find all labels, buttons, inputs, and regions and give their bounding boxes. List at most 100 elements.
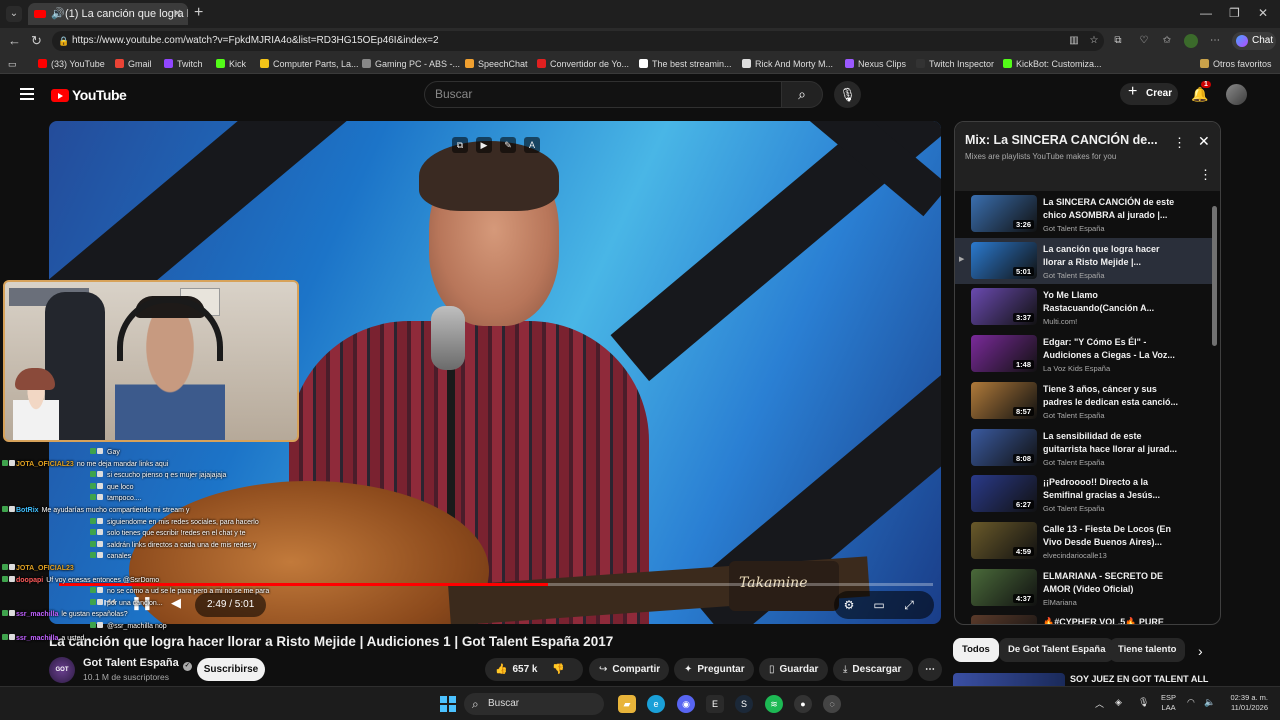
close-window-button[interactable]: ✕	[1258, 6, 1268, 20]
show-hidden-icons[interactable]: ︿	[1095, 697, 1104, 710]
obs-icon[interactable]: ●	[794, 695, 812, 713]
volume-tray-icon[interactable]: 🔈	[1204, 697, 1215, 708]
discord-icon[interactable]: ◉	[677, 695, 695, 713]
playlist-item[interactable]: 3:26 La SINCERA CANCIÓN de este chico ASO…	[955, 191, 1213, 237]
bookmark-youtube[interactable]: (33) YouTube	[38, 57, 105, 71]
copilot-chat-button[interactable]: Chat	[1232, 32, 1276, 50]
bookmark-speechchat[interactable]: SpeechChat	[465, 57, 528, 71]
edge-browser-icon[interactable]: e	[647, 695, 665, 713]
reload-icon[interactable]: ↻	[31, 33, 42, 49]
playlist-title[interactable]: Mix: La SINCERA CANCIÓN de...	[965, 133, 1158, 147]
cast-icon[interactable]: ▶	[476, 137, 492, 153]
playlist-more-icon[interactable]: ⋮	[1173, 135, 1186, 151]
bookmark-twitch[interactable]: Twitch	[164, 57, 203, 71]
steam-icon[interactable]: S	[735, 695, 753, 713]
epic-games-icon[interactable]: E	[706, 695, 724, 713]
bookmark-computer-parts[interactable]: Computer Parts, La...	[260, 57, 359, 71]
wifi-icon[interactable]: ◠	[1187, 697, 1195, 708]
split-screen-icon[interactable]: ▥	[1067, 34, 1081, 48]
favorite-star-icon[interactable]: ☆	[1087, 34, 1101, 48]
settings-gear-icon[interactable]: ⚙	[834, 591, 864, 619]
playlist-actions-icon[interactable]: ⋮	[1199, 167, 1212, 183]
playlist-item[interactable]: ▶ 5:01 La canción que logra hacer llorar a…	[955, 237, 1213, 284]
channel-name[interactable]: Got Talent España ✓	[83, 657, 192, 671]
search-button[interactable]: ⌕	[781, 81, 823, 108]
bookmark-kick[interactable]: Kick	[216, 57, 246, 71]
chip-got-talent[interactable]: De Got Talent España	[999, 638, 1115, 662]
restore-button[interactable]: ❐	[1229, 6, 1240, 20]
favorites-icon[interactable]: ✩	[1160, 34, 1174, 48]
chips-next-icon[interactable]: ›	[1198, 643, 1203, 659]
chat-username[interactable]: doopapi	[16, 577, 43, 584]
theater-mode-icon[interactable]: ▭	[864, 591, 894, 619]
address-bar[interactable]: 🔒 https://www.youtube.com/watch?v=FpkdMJ…	[52, 31, 1104, 51]
playlist-item[interactable]: 4:37 ELMARIANA - SECRETO DE AMOR (Video O…	[955, 565, 1213, 611]
app-with-alert-icon[interactable]: ◌	[823, 695, 841, 713]
spotify-icon[interactable]: ≋	[765, 695, 783, 713]
input-language[interactable]: ESP LAA	[1161, 693, 1176, 713]
playlist-item[interactable]: 8:57 Tiene 3 años, cáncer y sus padres le…	[955, 378, 1213, 424]
chat-username[interactable]: JOTA_OFICIAL23	[16, 565, 74, 572]
more-actions-button[interactable]: ⋯	[918, 658, 942, 681]
bookmark-kickbot[interactable]: KickBot: Customiza...	[1003, 57, 1102, 71]
bookmark-convertidor[interactable]: Convertidor de Yo...	[537, 57, 629, 71]
ask-button[interactable]: ✦ Preguntar	[674, 658, 754, 681]
tab-actions-menu-button[interactable]: ⌄	[6, 6, 22, 22]
download-button[interactable]: ⤓ Descargar	[833, 658, 913, 681]
bookmark-twitch-inspector[interactable]: Twitch Inspector	[916, 57, 994, 71]
account-avatar[interactable]	[1226, 84, 1247, 105]
playlist-item[interactable]: 4:59 Calle 13 - Fiesta De Locos (En Vivo …	[955, 518, 1213, 564]
tray-app-icon[interactable]: ◈	[1115, 697, 1122, 708]
channel-avatar[interactable]: GOT TALENT	[49, 657, 75, 699]
save-button[interactable]: ▯ Guardar	[759, 658, 828, 681]
file-explorer-icon[interactable]: ▰	[618, 695, 636, 713]
bookmark-rick-and-morty[interactable]: Rick And Morty M...	[742, 57, 833, 71]
notes-icon[interactable]: ✎	[500, 137, 516, 153]
subscribe-button[interactable]: Suscribirse	[197, 658, 265, 681]
new-tab-button[interactable]: +	[194, 4, 203, 22]
chat-username[interactable]: ssr_machilla	[16, 611, 58, 618]
playlist-item[interactable]: 1:48 Edgar: "Y Cómo Es Él" - Audiciones a…	[955, 331, 1213, 377]
menu-hamburger-icon[interactable]	[20, 88, 34, 103]
playlist-item[interactable]: 🔥#CYPHER VOL.5🔥 PURE	[955, 611, 1213, 624]
search-input[interactable]: Buscar	[424, 81, 782, 108]
settings-more-icon[interactable]: ⋯	[1208, 34, 1222, 48]
bookmarks-sidebar-icon[interactable]: ▭	[8, 57, 17, 71]
notifications-button[interactable]: 🔔 1	[1191, 81, 1211, 103]
pip-icon[interactable]: ⧉	[452, 137, 468, 153]
playlist-scrollbar[interactable]	[1212, 196, 1217, 616]
playlist-close-icon[interactable]: ✕	[1198, 133, 1210, 150]
playlist-item[interactable]: 3:37 Yo Me Llamo Rastacuando(Canción A...…	[955, 284, 1213, 330]
windows-start-icon[interactable]	[440, 696, 456, 712]
chip-tiene-talento[interactable]: Tiene talento	[1109, 638, 1186, 662]
chip-all[interactable]: Todos	[953, 638, 999, 662]
bookmark-gmail[interactable]: Gmail	[115, 57, 152, 71]
profile-avatar-icon[interactable]	[1184, 34, 1198, 48]
translate-icon[interactable]: A	[524, 137, 540, 153]
browser-essentials-icon[interactable]: ♡	[1137, 34, 1151, 48]
browser-tab-active[interactable]: 🔊(1) La canción que logra hacer ✕	[28, 3, 188, 25]
other-favorites-folder[interactable]: Otros favoritos	[1200, 57, 1272, 71]
share-button[interactable]: ↪ Compartir	[589, 658, 669, 681]
create-button[interactable]: Crear	[1120, 81, 1178, 105]
minimize-button[interactable]: —	[1200, 6, 1212, 20]
bookmark-nexus-clips[interactable]: Nexus Clips	[845, 57, 906, 71]
microphone-tray-icon[interactable]: 🎙	[1138, 697, 1149, 708]
playlist-item[interactable]: 6:27 ¡¡Pedroooo!! Directo a la Semifinal …	[955, 471, 1213, 517]
youtube-logo[interactable]: YouTube	[51, 87, 127, 103]
system-clock[interactable]: 02:39 a. m. 11/01/2026	[1220, 693, 1268, 713]
bookmark-streaming[interactable]: The best streamin...	[639, 57, 732, 71]
back-icon[interactable]: ←	[8, 33, 21, 48]
related-video-row[interactable]: SOY JUEZ EN GOT TALENT ALL	[953, 673, 1220, 686]
playlist-item[interactable]: 8:08 La sensibilidad de este guitarrista …	[955, 425, 1213, 471]
chat-username[interactable]: ssr_machilla	[16, 635, 58, 642]
like-button[interactable]: 👍 657 k	[485, 664, 537, 675]
bookmark-gaming-pc[interactable]: Gaming PC - ABS -...	[362, 57, 460, 71]
voice-search-button[interactable]: 🎙	[834, 81, 861, 108]
taskbar-search[interactable]: Buscar	[464, 693, 604, 715]
site-info-icon[interactable]: 🔒	[58, 31, 69, 51]
extensions-icon[interactable]: ⧉	[1111, 34, 1125, 48]
tab-close-icon[interactable]: ✕	[173, 3, 182, 25]
dislike-button[interactable]: 👎	[552, 664, 564, 675]
speaker-icon[interactable]: 🔊	[51, 3, 65, 25]
